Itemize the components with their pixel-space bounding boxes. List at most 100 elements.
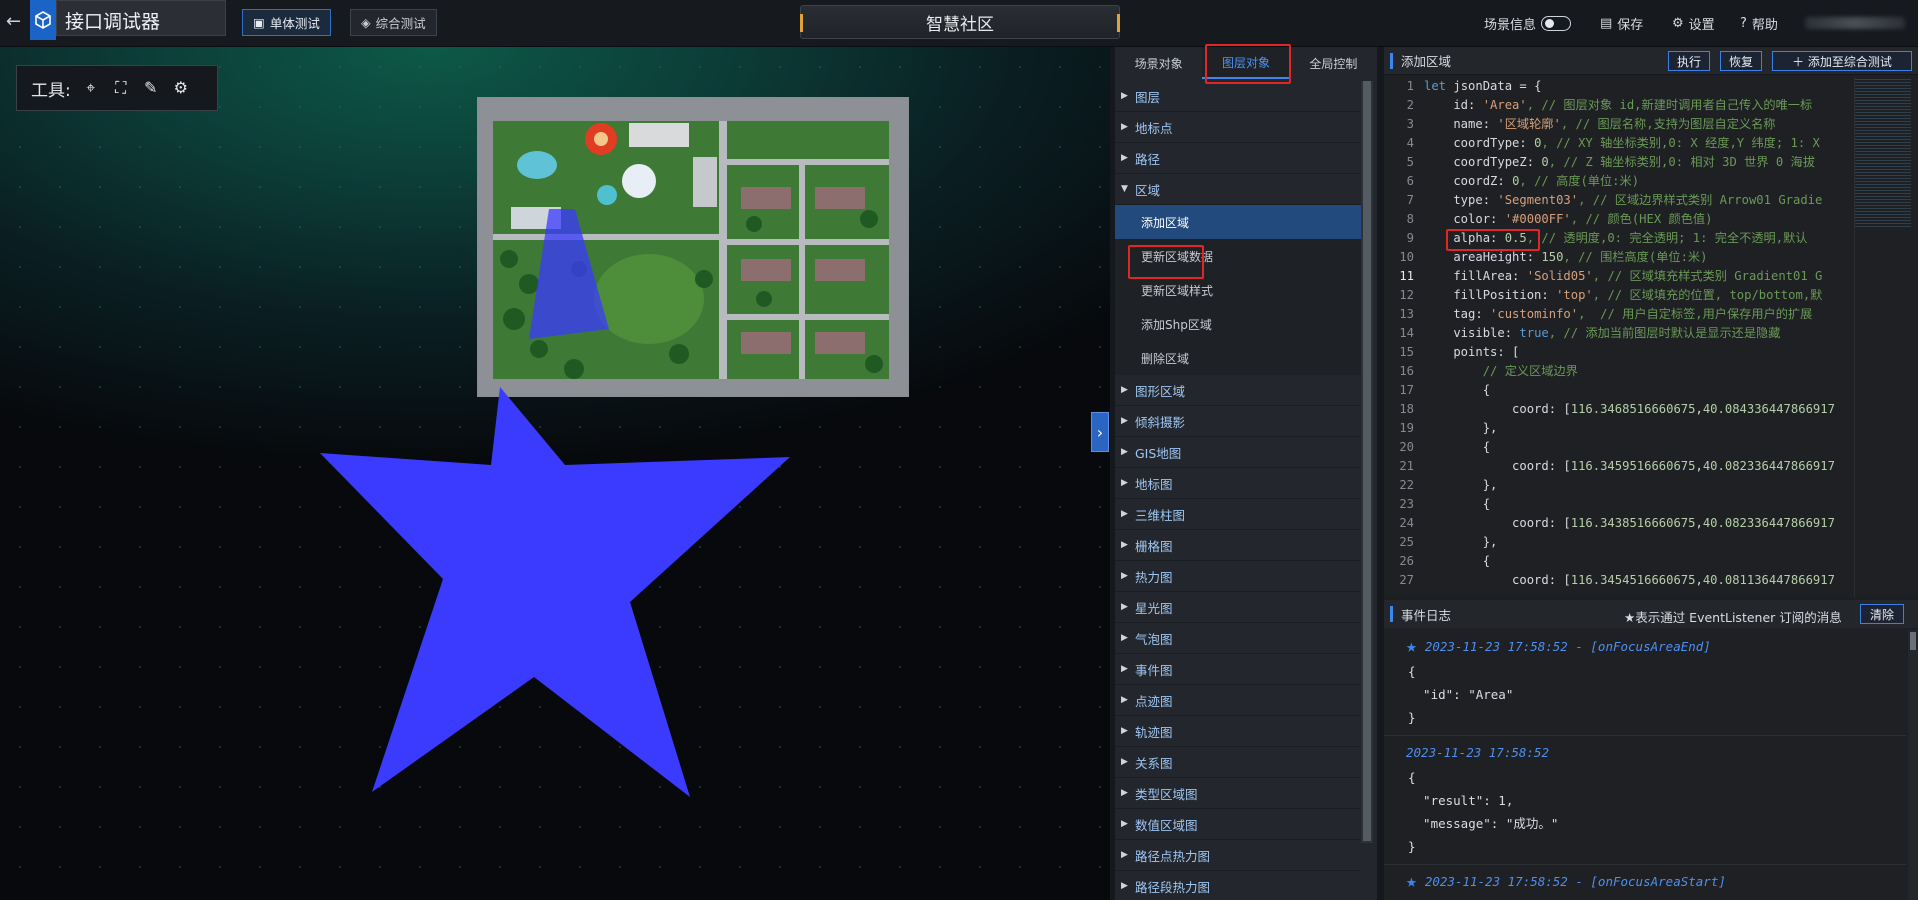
tab-scene-objects[interactable]: 场景对象	[1115, 47, 1202, 79]
tree-label: 点迹图	[1135, 693, 1173, 709]
code-text: // 定义区域边界	[1424, 364, 1578, 378]
tree-label: 图层	[1135, 89, 1161, 105]
tree-label: 倾斜摄影	[1135, 414, 1186, 430]
tree-item[interactable]: ▶ 路径段热力图	[1115, 871, 1361, 900]
tab-global-control[interactable]: 全局控制	[1290, 47, 1377, 79]
single-test-label: 单体测试	[269, 16, 320, 31]
code-line: 18 coord: [116.3468516660675,40.08433644…	[1384, 400, 1854, 419]
combined-test-button[interactable]: ◈ 综合测试	[350, 9, 437, 36]
sub-item-delete-area[interactable]: 删除区域	[1115, 341, 1361, 375]
caret-right-icon: ▶	[1121, 602, 1128, 612]
tree-item[interactable]: ▶ 气泡图	[1115, 623, 1361, 654]
locate-icon[interactable]: ⌖	[81, 78, 101, 98]
tree-item-markers[interactable]: ▶ 地标点	[1115, 112, 1361, 143]
help-button[interactable]: ? 帮助	[1740, 14, 1778, 33]
select-area-icon[interactable]: ⛶	[111, 78, 131, 98]
3d-viewport[interactable]: 工具: ⌖ ⛶ ✎ ⚙ ›	[0, 47, 1110, 900]
caret-right-icon: ▶	[1121, 571, 1128, 581]
header-accent-bar	[1390, 52, 1393, 69]
caret-right-icon: ▶	[1121, 757, 1128, 767]
toggle-switch[interactable]	[1541, 16, 1572, 31]
tree-item[interactable]: ▶ 事件图	[1115, 654, 1361, 685]
tree-item[interactable]: ▶ 地标图	[1115, 468, 1361, 499]
log-body[interactable]: ★ 2023-11-23 17:58:52 - [onFocusAreaEnd] {…	[1384, 630, 1906, 900]
tree-item[interactable]: ▶ 路径点热力图	[1115, 840, 1361, 871]
log-scroll-thumb[interactable]	[1910, 632, 1916, 650]
code-text: },	[1424, 535, 1498, 549]
code-text: points: [	[1424, 345, 1520, 359]
code-line: 13 tag: 'custominfo', // 用户自定标签,用户保存用户的扩…	[1384, 305, 1854, 324]
code-text: },	[1424, 478, 1498, 492]
code-text: coordTypeZ: 0, // Z 轴坐标类别,0: 相对 3D 世界 0 …	[1424, 155, 1815, 169]
code-text: type: 'Segment03', // 区域边界样式类别 Arrow01 G…	[1424, 193, 1823, 207]
single-test-button[interactable]: ▣ 单体测试	[242, 9, 331, 36]
tree-item[interactable]: ▶ 图形区域	[1115, 375, 1361, 406]
code-minimap[interactable]	[1854, 77, 1918, 597]
caret-right-icon: ▶	[1121, 153, 1128, 163]
tree-item[interactable]: ▶ 热力图	[1115, 561, 1361, 592]
sub-item-add-shp-area[interactable]: 添加Shp区域	[1115, 307, 1361, 341]
app-title: 接口调试器	[65, 11, 161, 33]
api-tree: ▶ 图层 ▶ 地标点 ▶ 路径 ▼ 区域 添加区域 更新区域数据 更新区域样式 添加Sh…	[1115, 81, 1361, 900]
line-number: 19	[1399, 421, 1414, 435]
line-number: 1	[1406, 79, 1414, 93]
combined-test-label: 综合测试	[375, 16, 426, 31]
line-number: 24	[1399, 516, 1414, 530]
tree-item[interactable]: ▶ GIS地图	[1115, 437, 1361, 468]
user-avatar-blurred[interactable]	[1805, 17, 1905, 29]
log-timestamp: ★ 2023-11-23 17:58:52 - [onFocusAreaEnd]	[1406, 635, 1711, 657]
reset-button[interactable]: 恢复	[1720, 51, 1762, 71]
clear-log-button[interactable]: 清除	[1860, 604, 1904, 624]
tree-scrollbar[interactable]	[1361, 81, 1373, 843]
scene-info-label: 场景信息	[1484, 18, 1537, 33]
code-text: let jsonData = {	[1424, 79, 1542, 93]
star-icon: ★	[1406, 635, 1417, 657]
tree-item[interactable]: ▶ 关系图	[1115, 747, 1361, 778]
line-number: 26	[1399, 554, 1414, 568]
line-number: 18	[1399, 402, 1414, 416]
tree-item-paths[interactable]: ▶ 路径	[1115, 143, 1361, 174]
add-to-combined-button[interactable]: ＋ 添加至综合测试	[1772, 51, 1912, 71]
tree-scroll-thumb[interactable]	[1363, 81, 1371, 841]
log-scrollbar[interactable]	[1908, 630, 1918, 900]
code-area[interactable]: 1 let jsonData = {2 id: 'Area', // 图层对象 i…	[1384, 77, 1854, 597]
expand-panel-handle[interactable]: ›	[1091, 412, 1109, 452]
sub-item-add-area[interactable]: 添加区域	[1115, 205, 1361, 239]
code-line: 20 {	[1384, 438, 1854, 457]
splitter-right[interactable]	[1377, 47, 1384, 900]
gears-icon[interactable]: ⚙	[171, 78, 191, 98]
code-line: 22 },	[1384, 476, 1854, 495]
code-text: coord: [116.3454516660675,40.08113644786…	[1424, 573, 1835, 587]
code-line: 16 // 定义区域边界	[1384, 362, 1854, 381]
tree-item[interactable]: ▶ 点迹图	[1115, 685, 1361, 716]
community-map	[477, 97, 909, 397]
caret-right-icon: ▶	[1121, 447, 1128, 457]
log-entry: ★ 2023-11-23 17:58:52 - [onFocusAreaEnd] {…	[1384, 630, 1906, 736]
code-line: 24 coord: [116.3438516660675,40.08233644…	[1384, 514, 1854, 533]
tree-item[interactable]: ▶ 三维柱图	[1115, 499, 1361, 530]
tree-label: 热力图	[1135, 569, 1173, 585]
tree-item[interactable]: ▶ 星光图	[1115, 592, 1361, 623]
star-icon: ★	[1406, 870, 1417, 892]
caret-right-icon: ▶	[1121, 122, 1128, 132]
caret-right-icon: ▶	[1121, 91, 1128, 101]
tree-item-layers[interactable]: ▶ 图层	[1115, 81, 1361, 112]
tree-item[interactable]: ▶ 栅格图	[1115, 530, 1361, 561]
save-button[interactable]: ▤ 保存	[1600, 14, 1643, 33]
scene-info-toggle[interactable]: 场景信息	[1484, 14, 1572, 33]
tree-label: 区域	[1135, 182, 1161, 198]
settings-button[interactable]: ⚙ 设置	[1672, 14, 1715, 33]
line-number: 10	[1399, 250, 1414, 264]
caret-right-icon: ▶	[1121, 385, 1128, 395]
tree-item[interactable]: ▶ 轨迹图	[1115, 716, 1361, 747]
tree-item[interactable]: ▶ 数值区域图	[1115, 809, 1361, 840]
code-line: 7 type: 'Segment03', // 区域边界样式类别 Arrow01…	[1384, 191, 1854, 210]
caret-right-icon: ▶	[1121, 788, 1128, 798]
tree-item[interactable]: ▶ 倾斜摄影	[1115, 406, 1361, 437]
run-button[interactable]: 执行	[1668, 51, 1710, 71]
tree-item-area[interactable]: ▼ 区域	[1115, 174, 1361, 205]
help-icon: ?	[1740, 16, 1747, 31]
pen-icon[interactable]: ✎	[141, 78, 161, 98]
tree-item[interactable]: ▶ 类型区域图	[1115, 778, 1361, 809]
back-arrow-icon[interactable]: ←	[6, 12, 26, 32]
